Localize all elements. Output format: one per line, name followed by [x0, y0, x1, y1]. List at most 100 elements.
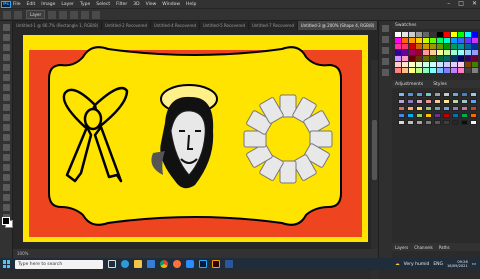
eyedropper-tool-icon[interactable]	[3, 74, 10, 81]
color-swatch[interactable]	[458, 50, 464, 55]
color-swatch[interactable]	[402, 56, 408, 61]
color-swatch[interactable]	[458, 62, 464, 67]
edge-browser-icon[interactable]	[121, 260, 129, 268]
color-swatch[interactable]	[395, 50, 401, 55]
color-swatch[interactable]	[409, 56, 415, 61]
maximize-button[interactable]: □	[458, 0, 464, 7]
style-preset-swatch[interactable]	[425, 92, 432, 97]
color-swatch[interactable]	[395, 56, 401, 61]
photoshop-taskbar-icon[interactable]	[199, 260, 207, 268]
color-swatch[interactable]	[437, 68, 443, 73]
style-preset-swatch[interactable]	[416, 92, 423, 97]
color-swatch[interactable]	[444, 56, 450, 61]
color-swatch[interactable]	[409, 32, 415, 37]
type-tool-icon[interactable]	[3, 174, 10, 181]
color-swatch[interactable]	[451, 62, 457, 67]
color-swatch[interactable]	[430, 56, 436, 61]
color-swatch[interactable]	[465, 50, 471, 55]
auto-select-dropdown[interactable]: Layer	[26, 10, 46, 19]
taskbar-search-input[interactable]: Type here to search	[15, 259, 103, 269]
menu-window[interactable]: Window	[162, 2, 180, 7]
color-swatch[interactable]	[444, 44, 450, 49]
color-swatch[interactable]	[458, 32, 464, 37]
style-preset-swatch[interactable]	[470, 92, 477, 97]
tab-untitled-1[interactable]: Untitled-1 @ 66.7% (Rectangle 1, RGB/8)	[13, 21, 102, 30]
style-preset-swatch[interactable]	[452, 92, 459, 97]
color-swatch[interactable]	[409, 44, 415, 49]
hand-tool-icon[interactable]	[3, 204, 10, 211]
tab-styles[interactable]: Styles	[433, 82, 447, 87]
color-swatch[interactable]	[451, 44, 457, 49]
color-swatch[interactable]	[416, 32, 422, 37]
color-swatch[interactable]	[465, 32, 471, 37]
color-swatch[interactable]	[444, 50, 450, 55]
color-swatch[interactable]	[416, 38, 422, 43]
color-swatch[interactable]	[458, 44, 464, 49]
color-swatch[interactable]	[430, 68, 436, 73]
color-swatch[interactable]	[402, 38, 408, 43]
color-swatch[interactable]	[465, 38, 471, 43]
color-swatch[interactable]	[437, 56, 443, 61]
style-preset-swatch[interactable]	[470, 99, 477, 104]
style-preset-swatch[interactable]	[425, 99, 432, 104]
color-swatch[interactable]	[465, 44, 471, 49]
color-swatch[interactable]	[451, 56, 457, 61]
menu-image[interactable]: Image	[41, 2, 55, 7]
store-icon[interactable]	[147, 260, 155, 268]
style-preset-swatch[interactable]	[434, 120, 441, 125]
more-options-icon[interactable]	[92, 10, 101, 19]
color-swatch[interactable]	[465, 56, 471, 61]
chrome-icon[interactable]	[160, 260, 168, 268]
brush-tool-icon[interactable]	[3, 94, 10, 101]
menu-help[interactable]: Help	[186, 2, 196, 7]
menu-file[interactable]: File	[13, 2, 21, 7]
style-preset-swatch[interactable]	[434, 113, 441, 118]
color-swatch[interactable]	[430, 62, 436, 67]
tab-untitled-4[interactable]: Untitled-4 Recovered	[151, 21, 200, 30]
color-swatch[interactable]	[437, 44, 443, 49]
style-preset-swatch[interactable]	[407, 120, 414, 125]
color-swatch[interactable]	[472, 32, 478, 37]
language-indicator[interactable]: ENG	[433, 262, 443, 267]
color-swatch[interactable]	[451, 32, 457, 37]
color-swatch[interactable]	[451, 38, 457, 43]
lasso-tool-icon[interactable]	[3, 44, 10, 51]
style-preset-swatch[interactable]	[452, 106, 459, 111]
style-preset-swatch[interactable]	[461, 99, 468, 104]
color-swatch[interactable]	[409, 38, 415, 43]
style-preset-swatch[interactable]	[461, 113, 468, 118]
color-swatch[interactable]	[402, 50, 408, 55]
color-swatch[interactable]	[465, 62, 471, 67]
align-left-icon[interactable]	[48, 10, 57, 19]
properties-panel-icon[interactable]	[382, 36, 389, 43]
shape-tool-icon[interactable]	[3, 194, 10, 201]
path-select-icon[interactable]	[3, 184, 10, 191]
style-preset-swatch[interactable]	[443, 106, 450, 111]
style-preset-swatch[interactable]	[407, 92, 414, 97]
minimize-button[interactable]: –	[447, 0, 450, 7]
windows-start-button[interactable]	[3, 260, 11, 268]
style-preset-swatch[interactable]	[461, 120, 468, 125]
weather-status[interactable]: Very humid	[404, 262, 430, 267]
menu-edit[interactable]: Edit	[27, 2, 36, 7]
style-preset-swatch[interactable]	[425, 120, 432, 125]
color-swatch[interactable]	[409, 62, 415, 67]
style-preset-swatch[interactable]	[407, 113, 414, 118]
style-preset-swatch[interactable]	[398, 106, 405, 111]
tab-untitled-2[interactable]: Untitled-2 Recovered	[102, 21, 151, 30]
color-swatch[interactable]	[451, 50, 457, 55]
color-swatch[interactable]	[395, 68, 401, 73]
style-preset-swatch[interactable]	[434, 92, 441, 97]
color-swatch[interactable]	[472, 38, 478, 43]
color-swatch[interactable]	[402, 68, 408, 73]
scroll-thumb[interactable]	[372, 120, 377, 180]
color-swatch[interactable]	[451, 68, 457, 73]
style-preset-swatch[interactable]	[452, 99, 459, 104]
style-preset-swatch[interactable]	[443, 120, 450, 125]
file-explorer-icon[interactable]	[134, 260, 142, 268]
align-right-icon[interactable]	[70, 10, 79, 19]
healing-brush-icon[interactable]	[3, 84, 10, 91]
color-swatch[interactable]	[423, 68, 429, 73]
menu-filter[interactable]: Filter	[116, 2, 127, 7]
color-swatch[interactable]	[444, 38, 450, 43]
